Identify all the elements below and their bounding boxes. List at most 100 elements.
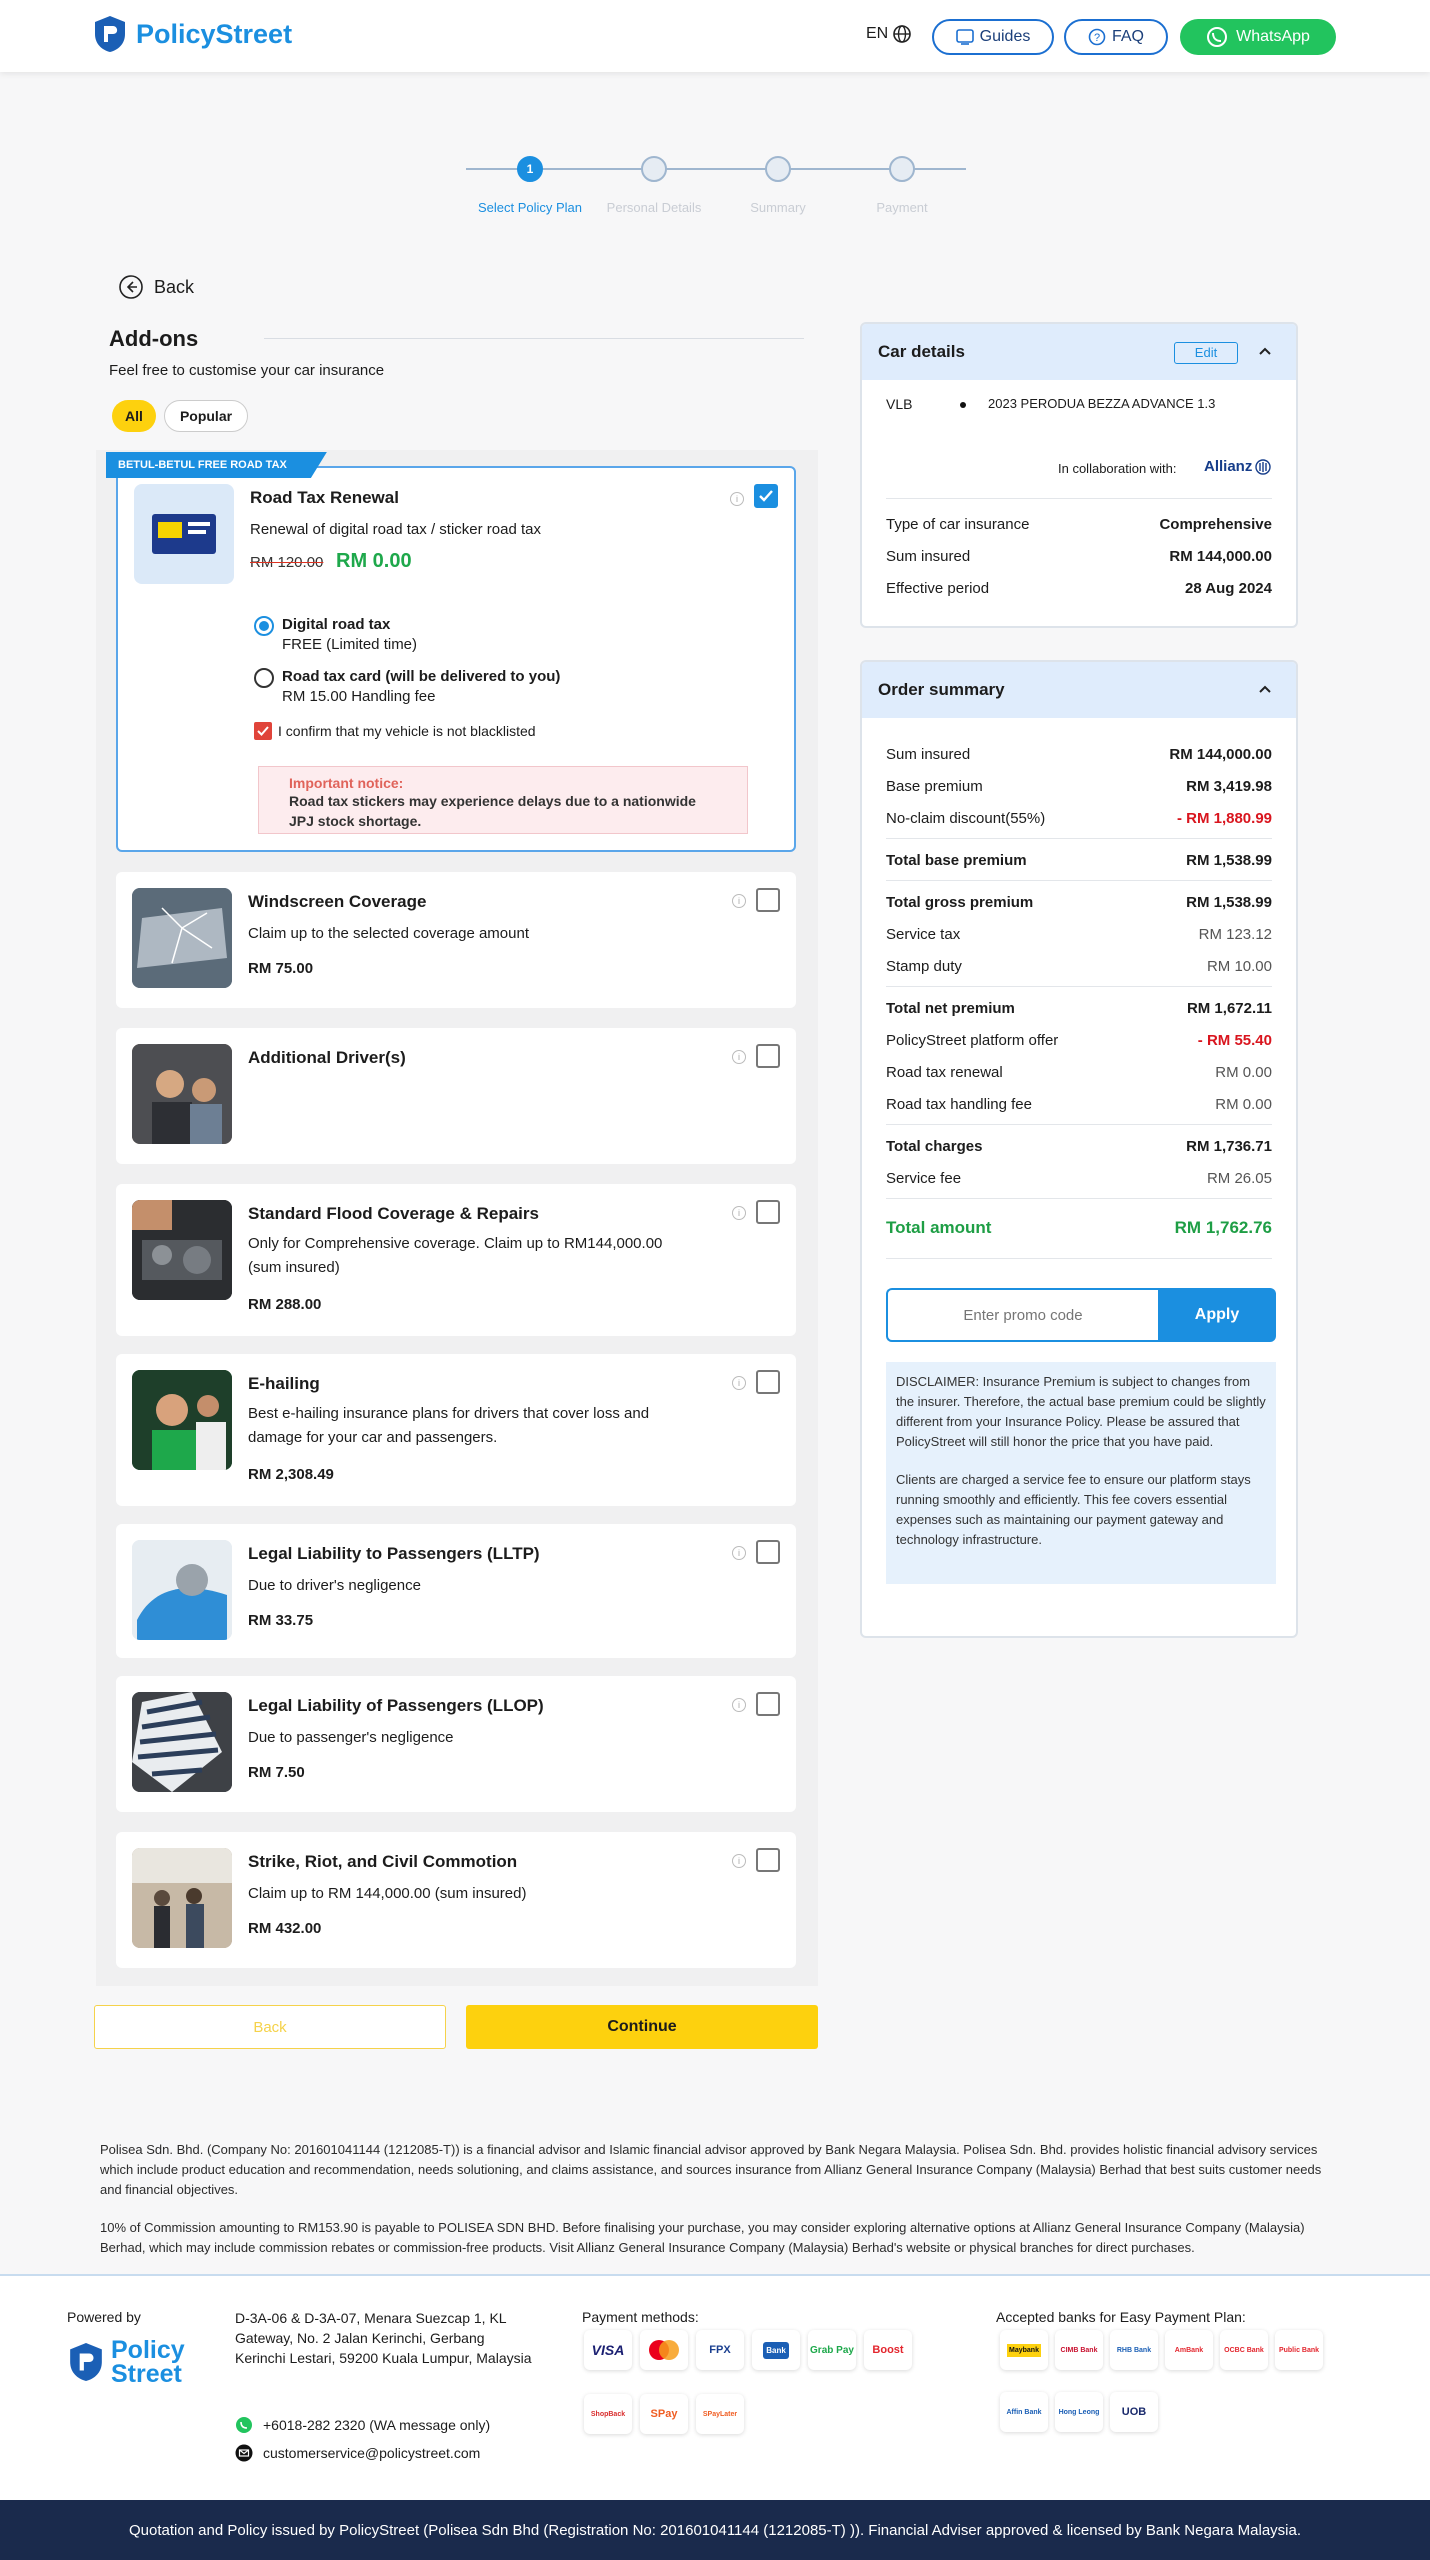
addon-card-llop[interactable]: Legal Liability of Passengers (LLOP) Due… [116, 1676, 796, 1812]
addon-card-srcc[interactable]: Strike, Riot, and Civil Commotion Claim … [116, 1832, 796, 1968]
promo-code-input[interactable] [886, 1288, 1158, 1342]
order-summary-title: Order summary [878, 680, 1005, 699]
divider [886, 1258, 1272, 1259]
edit-button[interactable]: Edit [1174, 342, 1238, 364]
allianz-emblem-icon [1255, 458, 1272, 475]
info-icon[interactable]: i [732, 1854, 746, 1868]
back-button[interactable]: Back [94, 2005, 446, 2049]
addon-checkbox[interactable] [756, 1370, 780, 1394]
addon-checkbox[interactable] [756, 1692, 780, 1716]
addon-desc: Best e-hailing insurance plans for drive… [248, 1405, 650, 1446]
addon-desc: Only for Comprehensive coverage. Claim u… [248, 1235, 663, 1276]
faq-button[interactable]: ? FAQ [1064, 19, 1168, 55]
shield-logo-icon [95, 16, 125, 52]
addon-price: RM 288.00 [248, 1296, 322, 1313]
info-icon[interactable]: i [732, 894, 746, 908]
car-details-header[interactable]: Car details Edit [862, 324, 1296, 380]
info-icon[interactable]: i [732, 1050, 746, 1064]
addon-card-windscreen[interactable]: Windscreen Coverage Claim up to the sele… [116, 872, 796, 1008]
chevron-up-icon[interactable] [1258, 684, 1272, 694]
addon-title: Legal Liability to Passengers (LLTP) [248, 1544, 540, 1563]
chevron-up-icon[interactable] [1258, 346, 1272, 356]
disclaimer-text: DISCLAIMER: Insurance Premium is subject… [896, 1374, 1266, 1449]
addon-checkbox[interactable] [756, 888, 780, 912]
filter-popular-chip[interactable]: Popular [164, 400, 248, 432]
summary-row: Service tax RM 123.12 [886, 926, 1272, 943]
flood-image [132, 1200, 232, 1300]
addon-checkbox[interactable] [756, 1044, 780, 1068]
visa-logo: VISA [584, 2330, 632, 2370]
blacklist-confirm-checkbox[interactable] [254, 722, 272, 740]
road-tax-card[interactable]: Road Tax Renewal Renewal of digital road… [116, 466, 796, 852]
email-icon [235, 2444, 253, 2462]
back-link[interactable]: Back [118, 274, 194, 300]
road-tax-card-radio[interactable] [254, 668, 274, 688]
addons-subtitle: Feel free to customise your car insuranc… [109, 362, 385, 379]
free-road-tax-ribbon: BETUL-BETUL FREE ROAD TAX [106, 452, 327, 478]
info-icon[interactable]: i [730, 492, 744, 506]
fpx-logo: FPX [696, 2330, 744, 2370]
addon-price: RM 2,308.49 [248, 1466, 334, 1483]
policystreet-logo[interactable]: PolicyStreet [92, 14, 292, 54]
addon-title: E-hailing [248, 1374, 320, 1393]
top-header: PolicyStreet EN Guides ? FAQ WhatsApp [0, 0, 1430, 72]
ehailing-image [132, 1370, 232, 1470]
addon-card-additional-driver[interactable]: Additional Driver(s) i [116, 1028, 796, 1164]
footer-brand-line1: Policy [111, 2336, 185, 2364]
road-tax-checkbox[interactable] [754, 484, 778, 508]
title-divider [264, 338, 804, 339]
continue-button[interactable]: Continue [466, 2005, 818, 2049]
divider [886, 498, 1272, 499]
srcc-image [132, 1848, 232, 1948]
phone-contact[interactable]: +6018-282 2320 (WA message only) [235, 2416, 490, 2434]
collab-label: In collaboration with: [1058, 461, 1177, 476]
digital-road-tax-radio[interactable] [254, 616, 274, 636]
important-notice-box: Important notice: Road tax stickers may … [258, 766, 748, 834]
rhb-logo: RHB Bank [1110, 2330, 1158, 2370]
step-label-personal-details: Personal Details [606, 200, 702, 215]
summary-row-total-gross: Total gross premium RM 1,538.99 [886, 894, 1272, 911]
info-icon[interactable]: i [732, 1546, 746, 1560]
summary-row: Base premium RM 3,419.98 [886, 778, 1272, 795]
maybank-logo: Maybank [1000, 2330, 1048, 2370]
public-bank-logo: Public Bank [1275, 2330, 1323, 2370]
affin-logo: Affin Bank [1000, 2392, 1048, 2432]
progress-stepper: 1 Select Policy Plan Personal Details Su… [466, 150, 966, 220]
addon-checkbox[interactable] [756, 1540, 780, 1564]
allianz-logo: Allianz [1204, 458, 1272, 475]
addon-card-lltp[interactable]: Legal Liability to Passengers (LLTP) Due… [116, 1524, 796, 1658]
digital-road-tax-note: FREE (Limited time) [282, 636, 418, 653]
total-amount-row: Total amount RM 1,762.76 [886, 1218, 1272, 1238]
notice-title: Important notice: [289, 775, 404, 791]
regulatory-bar: Quotation and Policy issued by PolicyStr… [0, 2500, 1430, 2560]
addon-price: RM 75.00 [248, 960, 314, 977]
ocbc-logo: OCBC Bank [1220, 2330, 1268, 2370]
road-tax-card-label: Road tax card (will be delivered to you) [282, 668, 561, 685]
info-icon[interactable]: i [732, 1206, 746, 1220]
language-selector[interactable]: EN [866, 24, 912, 44]
addon-card-flood[interactable]: Standard Flood Coverage & Repairs Only f… [116, 1184, 796, 1336]
summary-row: Stamp duty RM 10.00 [886, 958, 1272, 975]
apply-promo-button[interactable]: Apply [1158, 1288, 1276, 1342]
addon-title: Legal Liability of Passengers (LLOP) [248, 1696, 544, 1715]
guides-button[interactable]: Guides [932, 19, 1054, 55]
book-icon [955, 29, 974, 45]
info-icon[interactable]: i [732, 1698, 746, 1712]
addon-title: Windscreen Coverage [248, 892, 427, 911]
order-summary-header[interactable]: Order summary [862, 662, 1296, 718]
email-contact[interactable]: customerservice@policystreet.com [235, 2444, 480, 2462]
addon-checkbox[interactable] [756, 1200, 780, 1224]
lltp-image [132, 1540, 232, 1640]
road-tax-old-price: RM 120.00 [250, 554, 324, 571]
step-label-select-plan: Select Policy Plan [477, 200, 583, 215]
divider [886, 1198, 1272, 1199]
addon-checkbox[interactable] [756, 1848, 780, 1872]
phone-number: +6018-282 2320 (WA message only) [263, 2417, 491, 2433]
addon-card-ehailing[interactable]: E-hailing Best e-hailing insurance plans… [116, 1354, 796, 1506]
legal-disclosure: Polisea Sdn. Bhd. (Company No: 201601041… [100, 2142, 1322, 2197]
whatsapp-button[interactable]: WhatsApp [1180, 19, 1336, 55]
filter-all-chip[interactable]: All [112, 400, 156, 432]
brand-name: PolicyStreet [136, 18, 293, 49]
info-icon[interactable]: i [732, 1376, 746, 1390]
road-tax-price: RM 0.00 [336, 550, 412, 572]
